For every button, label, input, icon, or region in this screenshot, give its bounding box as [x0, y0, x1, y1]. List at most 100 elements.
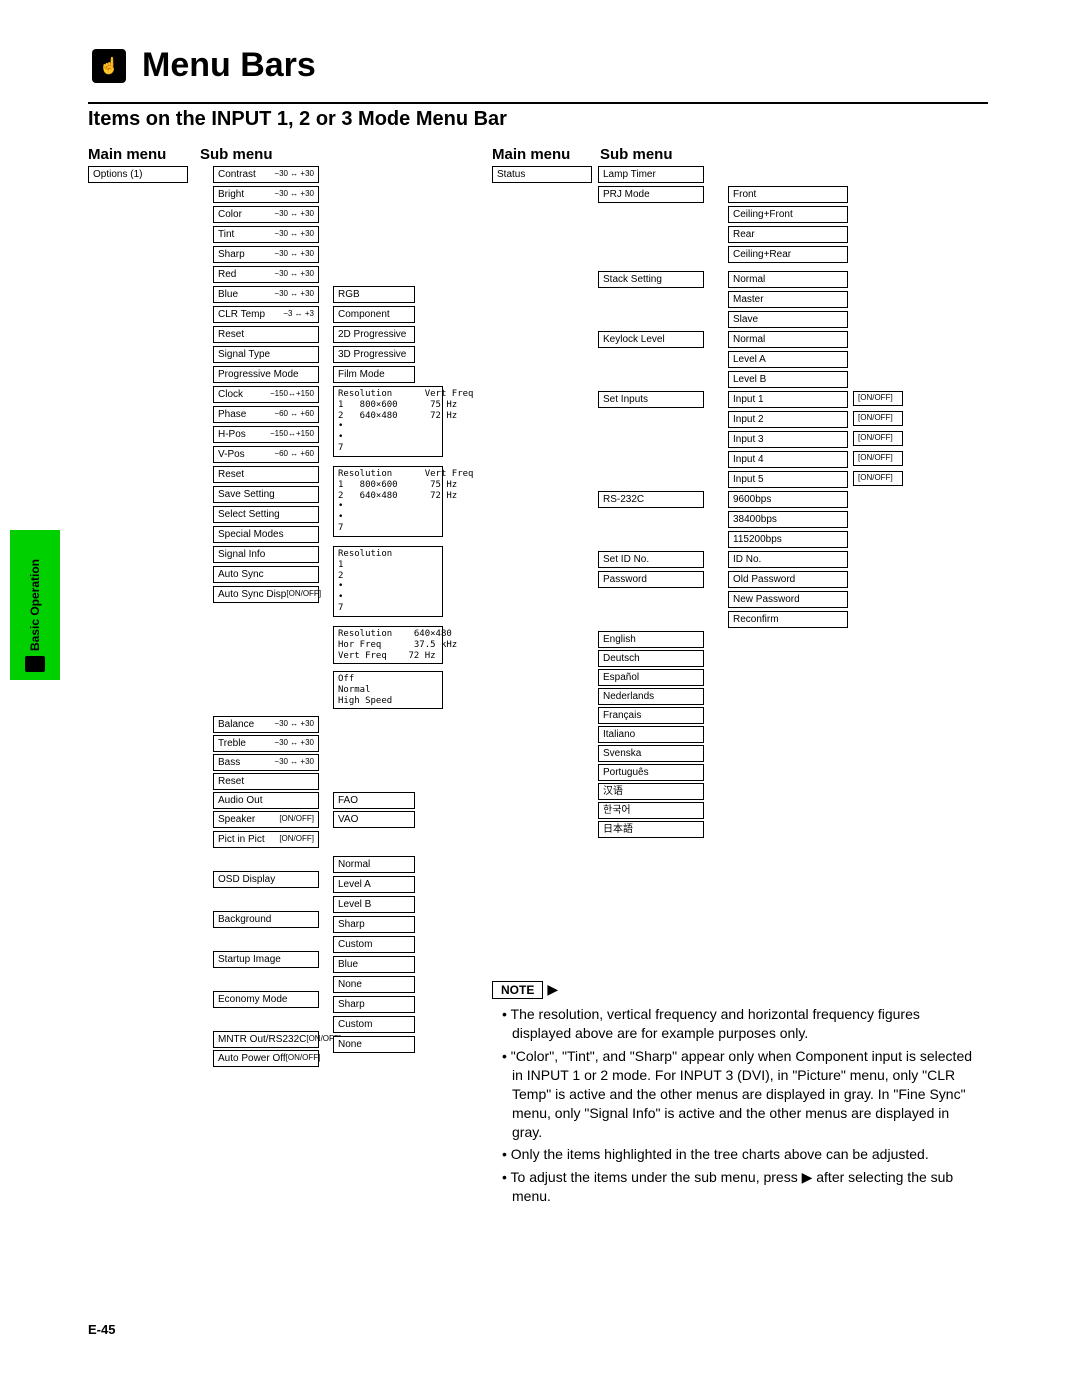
- language-sub-7: Português: [598, 764, 704, 781]
- col-header-sub-left: Sub menu: [200, 146, 273, 163]
- note-item: The resolution, vertical frequency and h…: [502, 1005, 982, 1043]
- input-onoff-2: [ON/OFF]: [853, 431, 903, 446]
- audio-sub-0: Balance−30 ↔ +30: [213, 716, 319, 733]
- audioout-sub-0: FAO: [333, 792, 415, 809]
- col-header-main-left: Main menu: [88, 146, 166, 163]
- language-sub-3: Nederlands: [598, 688, 704, 705]
- hand-icon: [25, 656, 45, 672]
- finesync-sub-7: Special Modes: [213, 526, 319, 543]
- finesync-sub-0: Clock−150↔+150: [213, 386, 319, 403]
- prjmode-sub-2: Rear: [728, 226, 848, 243]
- startup-sub-0: Sharp: [333, 996, 415, 1013]
- keylock-sub-1: Level A: [728, 351, 848, 368]
- main-status: Status: [492, 166, 592, 183]
- startup-sub-1: Custom: [333, 1016, 415, 1033]
- input-sub-2: Input 3: [728, 431, 848, 448]
- picture-sub-6: Blue−30 ↔ +30: [213, 286, 319, 303]
- progmode-sub-1: 3D Progressive: [333, 346, 415, 363]
- password-sub-1: New Password: [728, 591, 848, 608]
- signaltype-sub-0: RGB: [333, 286, 415, 303]
- rs232-sub-2: 115200bps: [728, 531, 848, 548]
- menu-icon: ☝: [92, 49, 126, 83]
- options2-sub-7: Password: [598, 571, 704, 588]
- sidebar-tab: Basic Operation: [10, 530, 60, 680]
- options2-sub-5: RS-232C: [598, 491, 704, 508]
- input-sub-4: Input 5: [728, 471, 848, 488]
- finesync-sub-5: Save Setting: [213, 486, 319, 503]
- col-header-main-right: Main menu: [492, 146, 570, 163]
- triangle-icon: ▶: [547, 981, 558, 997]
- language-sub-5: Italiano: [598, 726, 704, 743]
- stack-sub-0: Normal: [728, 271, 848, 288]
- page-header: ☝ Menu Bars: [92, 46, 316, 85]
- finesync-sub-8: Signal Info: [213, 546, 319, 563]
- options2-sub-2: Stack Setting: [598, 271, 704, 288]
- audio-sub-3: Reset: [213, 773, 319, 790]
- input-onoff-3: [ON/OFF]: [853, 451, 903, 466]
- rs232-sub-0: 9600bps: [728, 491, 848, 508]
- input-onoff-4: [ON/OFF]: [853, 471, 903, 486]
- osd-sub-1: Level A: [333, 876, 415, 893]
- note-item: "Color", "Tint", and "Sharp" appear only…: [502, 1047, 982, 1141]
- startup-sub-2: None: [333, 1036, 415, 1053]
- finesync-sub-4: Reset: [213, 466, 319, 483]
- note-block: NOTE▶ The resolution, vertical frequency…: [492, 980, 982, 1210]
- options1-sub-4: Economy Mode: [213, 991, 319, 1008]
- prjmode-sub-0: Front: [728, 186, 848, 203]
- options2-sub-0: Lamp Timer: [598, 166, 704, 183]
- picture-sub-3: Tint−30 ↔ +30: [213, 226, 319, 243]
- picture-sub-5: Red−30 ↔ +30: [213, 266, 319, 283]
- picture-sub-9: Signal Type: [213, 346, 319, 363]
- audioout-sub-1: VAO: [333, 811, 415, 828]
- progmode-sub-0: 2D Progressive: [333, 326, 415, 343]
- prjmode-sub-1: Ceiling+Front: [728, 206, 848, 223]
- input-sub-0: Input 1: [728, 391, 848, 408]
- signaltype-sub-1: Component: [333, 306, 415, 323]
- sidebar-label: Basic Operation: [28, 559, 42, 651]
- stack-sub-1: Master: [728, 291, 848, 308]
- stack-sub-2: Slave: [728, 311, 848, 328]
- options2-sub-3: Keylock Level: [598, 331, 704, 348]
- finesync-sub-1: Phase−60 ↔ +60: [213, 406, 319, 423]
- progmode-sub-2: Film Mode: [333, 366, 415, 383]
- input-sub-1: Input 2: [728, 411, 848, 428]
- finesync-sub-9: Auto Sync: [213, 566, 319, 583]
- res-table-3: Resolution 1 2 • • 7: [333, 546, 443, 617]
- note-label: NOTE: [492, 981, 543, 999]
- picture-sub-8: Reset: [213, 326, 319, 343]
- picture-sub-4: Sharp−30 ↔ +30: [213, 246, 319, 263]
- options1-sub-3: Startup Image: [213, 951, 319, 968]
- input-onoff-1: [ON/OFF]: [853, 411, 903, 426]
- keylock-sub-2: Level B: [728, 371, 848, 388]
- note-list: The resolution, vertical frequency and h…: [492, 1005, 982, 1206]
- res-table-1: Resolution Vert Freq 1 800×600 75 Hz 2 6…: [333, 386, 443, 457]
- economy-sub-0: MNTR Out/RS232C[ON/OFF]: [213, 1031, 319, 1048]
- prjmode-sub-3: Ceiling+Rear: [728, 246, 848, 263]
- options2-sub-1: PRJ Mode: [598, 186, 704, 203]
- audio-sub-5: Speaker[ON/OFF]: [213, 811, 319, 828]
- osd-sub-0: Normal: [333, 856, 415, 873]
- page-subtitle: Items on the INPUT 1, 2 or 3 Mode Menu B…: [88, 102, 988, 131]
- language-sub-1: Deutsch: [598, 650, 704, 667]
- background-sub-3: None: [333, 976, 415, 993]
- finesync-sub-6: Select Setting: [213, 506, 319, 523]
- audio-sub-2: Bass−30 ↔ +30: [213, 754, 319, 771]
- keylock-sub-0: Normal: [728, 331, 848, 348]
- input-onoff-0: [ON/OFF]: [853, 391, 903, 406]
- finesync-sub-10: Auto Sync Disp[ON/OFF]: [213, 586, 319, 603]
- page-number: E-45: [88, 1322, 115, 1337]
- language-sub-0: English: [598, 631, 704, 648]
- background-sub-1: Custom: [333, 936, 415, 953]
- picture-sub-7: CLR Temp−3 ↔ +3: [213, 306, 319, 323]
- options1-sub-0: Pict in Pict[ON/OFF]: [213, 831, 319, 848]
- password-sub-0: Old Password: [728, 571, 848, 588]
- audio-sub-4: Audio Out: [213, 792, 319, 809]
- osd-sub-2: Level B: [333, 896, 415, 913]
- picture-sub-2: Color−30 ↔ +30: [213, 206, 319, 223]
- password-sub-2: Reconfirm: [728, 611, 848, 628]
- economy-sub-1: Auto Power Off[ON/OFF]: [213, 1050, 319, 1067]
- col-header-sub-right: Sub menu: [600, 146, 673, 163]
- language-sub-8: 汉语: [598, 783, 704, 800]
- rs232-sub-1: 38400bps: [728, 511, 848, 528]
- note-item: Only the items highlighted in the tree c…: [502, 1145, 982, 1164]
